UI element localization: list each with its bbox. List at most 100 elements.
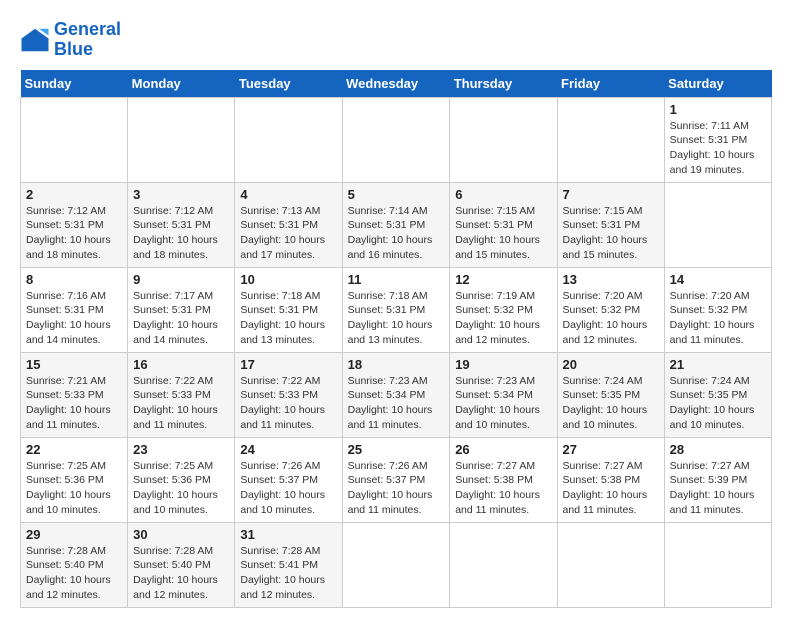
calendar-cell <box>21 97 128 182</box>
calendar-cell: 11 Sunrise: 7:18 AM Sunset: 5:31 PM Dayl… <box>342 267 450 352</box>
calendar-cell: 16 Sunrise: 7:22 AM Sunset: 5:33 PM Dayl… <box>128 352 235 437</box>
day-info: Sunrise: 7:18 AM Sunset: 5:31 PM Dayligh… <box>348 289 445 348</box>
calendar-row: 8 Sunrise: 7:16 AM Sunset: 5:31 PM Dayli… <box>21 267 772 352</box>
calendar-cell: 25 Sunrise: 7:26 AM Sunset: 5:37 PM Dayl… <box>342 437 450 522</box>
day-number: 18 <box>348 357 445 372</box>
day-info: Sunrise: 7:27 AM Sunset: 5:39 PM Dayligh… <box>670 459 766 518</box>
calendar-cell: 9 Sunrise: 7:17 AM Sunset: 5:31 PM Dayli… <box>128 267 235 352</box>
day-number: 15 <box>26 357 122 372</box>
header-row: SundayMondayTuesdayWednesdayThursdayFrid… <box>21 70 772 98</box>
day-number: 7 <box>563 187 659 202</box>
day-info: Sunrise: 7:21 AM Sunset: 5:33 PM Dayligh… <box>26 374 122 433</box>
day-info: Sunrise: 7:22 AM Sunset: 5:33 PM Dayligh… <box>133 374 229 433</box>
day-info: Sunrise: 7:15 AM Sunset: 5:31 PM Dayligh… <box>563 204 659 263</box>
calendar-cell <box>557 97 664 182</box>
day-info: Sunrise: 7:14 AM Sunset: 5:31 PM Dayligh… <box>348 204 445 263</box>
calendar-cell: 4 Sunrise: 7:13 AM Sunset: 5:31 PM Dayli… <box>235 182 342 267</box>
day-number: 4 <box>240 187 336 202</box>
day-info: Sunrise: 7:24 AM Sunset: 5:35 PM Dayligh… <box>670 374 766 433</box>
day-number: 10 <box>240 272 336 287</box>
col-header-friday: Friday <box>557 70 664 98</box>
calendar-cell: 7 Sunrise: 7:15 AM Sunset: 5:31 PM Dayli… <box>557 182 664 267</box>
calendar-cell <box>557 522 664 607</box>
calendar-cell: 23 Sunrise: 7:25 AM Sunset: 5:36 PM Dayl… <box>128 437 235 522</box>
col-header-thursday: Thursday <box>450 70 557 98</box>
day-info: Sunrise: 7:26 AM Sunset: 5:37 PM Dayligh… <box>348 459 445 518</box>
calendar-cell: 14 Sunrise: 7:20 AM Sunset: 5:32 PM Dayl… <box>664 267 771 352</box>
day-info: Sunrise: 7:20 AM Sunset: 5:32 PM Dayligh… <box>563 289 659 348</box>
day-number: 20 <box>563 357 659 372</box>
calendar-cell <box>128 97 235 182</box>
day-info: Sunrise: 7:13 AM Sunset: 5:31 PM Dayligh… <box>240 204 336 263</box>
calendar-cell: 8 Sunrise: 7:16 AM Sunset: 5:31 PM Dayli… <box>21 267 128 352</box>
calendar-row: 15 Sunrise: 7:21 AM Sunset: 5:33 PM Dayl… <box>21 352 772 437</box>
calendar-cell: 12 Sunrise: 7:19 AM Sunset: 5:32 PM Dayl… <box>450 267 557 352</box>
day-info: Sunrise: 7:12 AM Sunset: 5:31 PM Dayligh… <box>26 204 122 263</box>
day-number: 13 <box>563 272 659 287</box>
logo: General Blue <box>20 20 121 60</box>
day-number: 24 <box>240 442 336 457</box>
calendar-cell: 5 Sunrise: 7:14 AM Sunset: 5:31 PM Dayli… <box>342 182 450 267</box>
day-number: 3 <box>133 187 229 202</box>
calendar-row: 2 Sunrise: 7:12 AM Sunset: 5:31 PM Dayli… <box>21 182 772 267</box>
day-number: 6 <box>455 187 551 202</box>
day-info: Sunrise: 7:19 AM Sunset: 5:32 PM Dayligh… <box>455 289 551 348</box>
day-info: Sunrise: 7:26 AM Sunset: 5:37 PM Dayligh… <box>240 459 336 518</box>
day-info: Sunrise: 7:23 AM Sunset: 5:34 PM Dayligh… <box>455 374 551 433</box>
col-header-wednesday: Wednesday <box>342 70 450 98</box>
day-info: Sunrise: 7:17 AM Sunset: 5:31 PM Dayligh… <box>133 289 229 348</box>
day-number: 14 <box>670 272 766 287</box>
day-number: 30 <box>133 527 229 542</box>
day-info: Sunrise: 7:25 AM Sunset: 5:36 PM Dayligh… <box>133 459 229 518</box>
day-info: Sunrise: 7:28 AM Sunset: 5:40 PM Dayligh… <box>133 544 229 603</box>
calendar-cell <box>342 522 450 607</box>
calendar-table: SundayMondayTuesdayWednesdayThursdayFrid… <box>20 70 772 608</box>
calendar-row: 1 Sunrise: 7:11 AM Sunset: 5:31 PM Dayli… <box>21 97 772 182</box>
calendar-row: 29 Sunrise: 7:28 AM Sunset: 5:40 PM Dayl… <box>21 522 772 607</box>
calendar-cell: 20 Sunrise: 7:24 AM Sunset: 5:35 PM Dayl… <box>557 352 664 437</box>
calendar-cell: 30 Sunrise: 7:28 AM Sunset: 5:40 PM Dayl… <box>128 522 235 607</box>
calendar-cell <box>664 522 771 607</box>
calendar-cell: 24 Sunrise: 7:26 AM Sunset: 5:37 PM Dayl… <box>235 437 342 522</box>
day-number: 2 <box>26 187 122 202</box>
calendar-cell <box>450 522 557 607</box>
day-number: 28 <box>670 442 766 457</box>
day-info: Sunrise: 7:28 AM Sunset: 5:41 PM Dayligh… <box>240 544 336 603</box>
day-info: Sunrise: 7:18 AM Sunset: 5:31 PM Dayligh… <box>240 289 336 348</box>
calendar-cell: 18 Sunrise: 7:23 AM Sunset: 5:34 PM Dayl… <box>342 352 450 437</box>
day-number: 21 <box>670 357 766 372</box>
calendar-cell: 31 Sunrise: 7:28 AM Sunset: 5:41 PM Dayl… <box>235 522 342 607</box>
day-info: Sunrise: 7:28 AM Sunset: 5:40 PM Dayligh… <box>26 544 122 603</box>
day-number: 31 <box>240 527 336 542</box>
day-number: 23 <box>133 442 229 457</box>
day-info: Sunrise: 7:22 AM Sunset: 5:33 PM Dayligh… <box>240 374 336 433</box>
calendar-row: 22 Sunrise: 7:25 AM Sunset: 5:36 PM Dayl… <box>21 437 772 522</box>
calendar-cell: 10 Sunrise: 7:18 AM Sunset: 5:31 PM Dayl… <box>235 267 342 352</box>
day-number: 5 <box>348 187 445 202</box>
calendar-cell: 21 Sunrise: 7:24 AM Sunset: 5:35 PM Dayl… <box>664 352 771 437</box>
day-number: 26 <box>455 442 551 457</box>
logo-icon <box>20 25 50 55</box>
day-number: 22 <box>26 442 122 457</box>
logo-text: General Blue <box>54 20 121 60</box>
day-info: Sunrise: 7:16 AM Sunset: 5:31 PM Dayligh… <box>26 289 122 348</box>
day-number: 19 <box>455 357 551 372</box>
day-info: Sunrise: 7:20 AM Sunset: 5:32 PM Dayligh… <box>670 289 766 348</box>
day-number: 9 <box>133 272 229 287</box>
day-number: 29 <box>26 527 122 542</box>
calendar-cell: 15 Sunrise: 7:21 AM Sunset: 5:33 PM Dayl… <box>21 352 128 437</box>
day-info: Sunrise: 7:27 AM Sunset: 5:38 PM Dayligh… <box>563 459 659 518</box>
calendar-cell <box>342 97 450 182</box>
calendar-cell <box>235 97 342 182</box>
calendar-cell: 17 Sunrise: 7:22 AM Sunset: 5:33 PM Dayl… <box>235 352 342 437</box>
day-number: 25 <box>348 442 445 457</box>
header: General Blue <box>20 20 772 60</box>
day-info: Sunrise: 7:24 AM Sunset: 5:35 PM Dayligh… <box>563 374 659 433</box>
col-header-saturday: Saturday <box>664 70 771 98</box>
calendar-cell <box>664 182 771 267</box>
calendar-cell: 1 Sunrise: 7:11 AM Sunset: 5:31 PM Dayli… <box>664 97 771 182</box>
day-number: 1 <box>670 102 766 117</box>
col-header-sunday: Sunday <box>21 70 128 98</box>
day-info: Sunrise: 7:11 AM Sunset: 5:31 PM Dayligh… <box>670 119 766 178</box>
day-info: Sunrise: 7:23 AM Sunset: 5:34 PM Dayligh… <box>348 374 445 433</box>
